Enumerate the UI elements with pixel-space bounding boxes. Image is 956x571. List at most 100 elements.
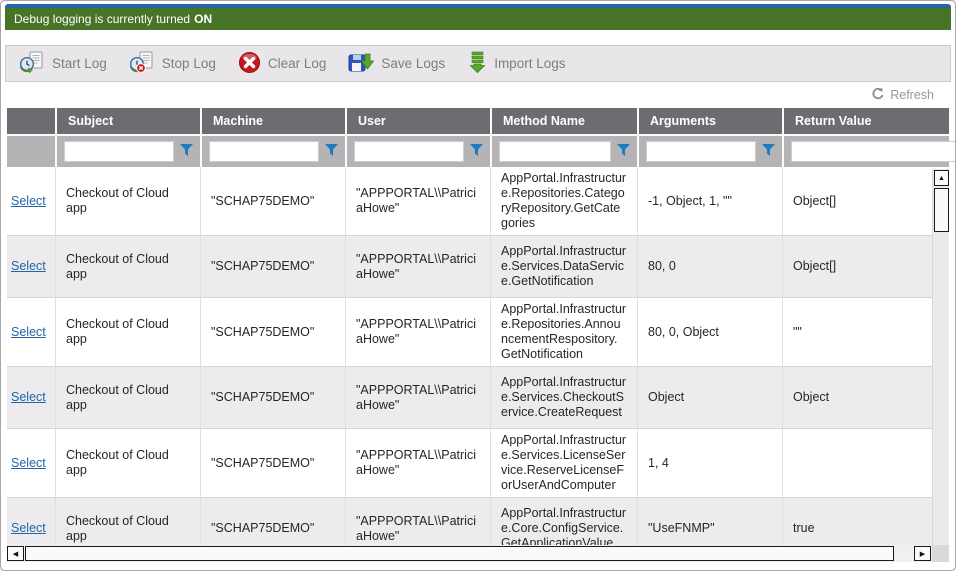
filter-cell [490,136,637,167]
import-logs-button[interactable]: Import Logs [458,46,578,81]
filter-cell [637,136,782,167]
log-grid: Subject Machine User Method Name Argumen… [7,108,949,545]
cell-machine: "SCHAP75DEMO" [200,367,345,428]
filter-funnel-button[interactable] [180,144,193,159]
banner-status: ON [194,12,212,26]
cell-subject: Checkout of Cloud app [55,298,200,366]
clear-log-button[interactable]: Clear Log [229,46,340,81]
column-header-user: User [345,108,490,134]
funnel-icon [762,144,775,159]
filter-input-arguments[interactable] [646,141,756,162]
filter-funnel-button[interactable] [470,144,483,159]
cell-select: Select [7,298,55,366]
cell-method-name: AppPortal.Infrastructure.Core.ConfigServ… [490,498,637,545]
cell-return-value: Object[] [782,167,932,235]
vertical-scrollbar[interactable]: ▲ [932,169,949,545]
filter-funnel-button[interactable] [325,144,338,159]
banner-message: Debug logging is currently turned [14,12,190,26]
cell-subject: Checkout of Cloud app [55,367,200,428]
cell-arguments: "UseFNMP" [637,498,782,545]
cell-method-name: AppPortal.Infrastructure.Repositories.An… [490,298,637,366]
import-logs-icon [467,51,487,77]
column-header-machine: Machine [200,108,345,134]
stop-log-button[interactable]: Stop Log [120,46,229,81]
save-logs-icon [348,51,374,77]
cell-user: "APPPORTAL\\PatriciaHowe" [345,367,490,428]
horizontal-scrollbar[interactable]: ◀ ▶ [7,545,949,562]
cell-subject: Checkout of Cloud app [55,167,200,235]
hscroll-left-button[interactable]: ◀ [7,546,24,561]
cell-arguments: Object [637,367,782,428]
funnel-icon [470,144,483,159]
cell-machine: "SCHAP75DEMO" [200,498,345,545]
clear-log-icon [238,51,261,77]
cell-machine: "SCHAP75DEMO" [200,236,345,297]
filter-input-user[interactable] [354,141,464,162]
funnel-icon [325,144,338,159]
filter-funnel-button[interactable] [762,144,775,159]
toolbar: Start Log Stop Log [5,45,951,82]
cell-return-value: true [782,498,932,545]
refresh-button[interactable]: Refresh [865,86,940,105]
grid-header-row: Subject Machine User Method Name Argumen… [7,108,949,134]
clear-log-label: Clear Log [268,56,327,71]
refresh-row: Refresh [5,82,951,108]
select-link[interactable]: Select [11,521,46,536]
cell-arguments: 1, 4 [637,429,782,497]
cell-method-name: AppPortal.Infrastructure.Services.Checko… [490,367,637,428]
cell-return-value: Object [782,367,932,428]
hscroll-thumb[interactable] [25,546,894,561]
start-log-icon [19,51,45,77]
cell-user: "APPPORTAL\\PatriciaHowe" [345,498,490,545]
select-link[interactable]: Select [11,259,46,274]
filter-funnel-button[interactable] [617,144,630,159]
cell-machine: "SCHAP75DEMO" [200,429,345,497]
cell-user: "APPPORTAL\\PatriciaHowe" [345,236,490,297]
select-link[interactable]: Select [11,325,46,340]
cell-arguments: 80, 0 [637,236,782,297]
cell-return-value: "" [782,298,932,366]
vscroll-up-button[interactable]: ▲ [934,170,949,186]
select-link[interactable]: Select [11,390,46,405]
cell-return-value [782,429,932,497]
start-log-button[interactable]: Start Log [10,46,120,81]
cell-machine: "SCHAP75DEMO" [200,298,345,366]
stop-log-label: Stop Log [162,56,216,71]
filter-cell [782,136,956,167]
cell-select: Select [7,167,55,235]
filter-input-method-name[interactable] [499,141,611,162]
cell-return-value: Object[] [782,236,932,297]
cell-machine: "SCHAP75DEMO" [200,167,345,235]
select-link[interactable]: Select [11,456,46,471]
filter-input-subject[interactable] [64,141,174,162]
cell-user: "APPPORTAL\\PatriciaHowe" [345,167,490,235]
filter-cell [55,136,200,167]
refresh-icon [871,87,885,104]
column-header-method-name: Method Name [490,108,637,134]
cell-select: Select [7,367,55,428]
filter-cell [200,136,345,167]
cell-method-name: AppPortal.Infrastructure.Repositories.Ca… [490,167,637,235]
cell-subject: Checkout of Cloud app [55,429,200,497]
stop-log-icon [129,51,155,77]
filter-cell-empty [7,136,55,167]
filter-cell [345,136,490,167]
vscroll-thumb[interactable] [934,188,949,232]
filter-input-machine[interactable] [209,141,319,162]
table-row: Select Checkout of Cloud app "SCHAP75DEM… [7,236,932,298]
cell-user: "APPPORTAL\\PatriciaHowe" [345,298,490,366]
funnel-icon [180,144,193,159]
cell-select: Select [7,498,55,545]
cell-method-name: AppPortal.Infrastructure.Services.Licens… [490,429,637,497]
cell-method-name: AppPortal.Infrastructure.Services.DataSe… [490,236,637,297]
column-header-arguments: Arguments [637,108,782,134]
table-row: Select Checkout of Cloud app "SCHAP75DEM… [7,429,932,498]
save-logs-button[interactable]: Save Logs [339,46,458,81]
table-row: Select Checkout of Cloud app "SCHAP75DEM… [7,367,932,429]
hscroll-right-button[interactable]: ▶ [914,546,931,561]
table-row: Select Checkout of Cloud app "SCHAP75DEM… [7,498,932,545]
debug-status-banner: Debug logging is currently turned ON [5,8,951,30]
debug-log-window: Debug logging is currently turned ON Star… [0,0,956,571]
select-link[interactable]: Select [11,194,46,209]
filter-input-return-value[interactable] [791,141,956,162]
